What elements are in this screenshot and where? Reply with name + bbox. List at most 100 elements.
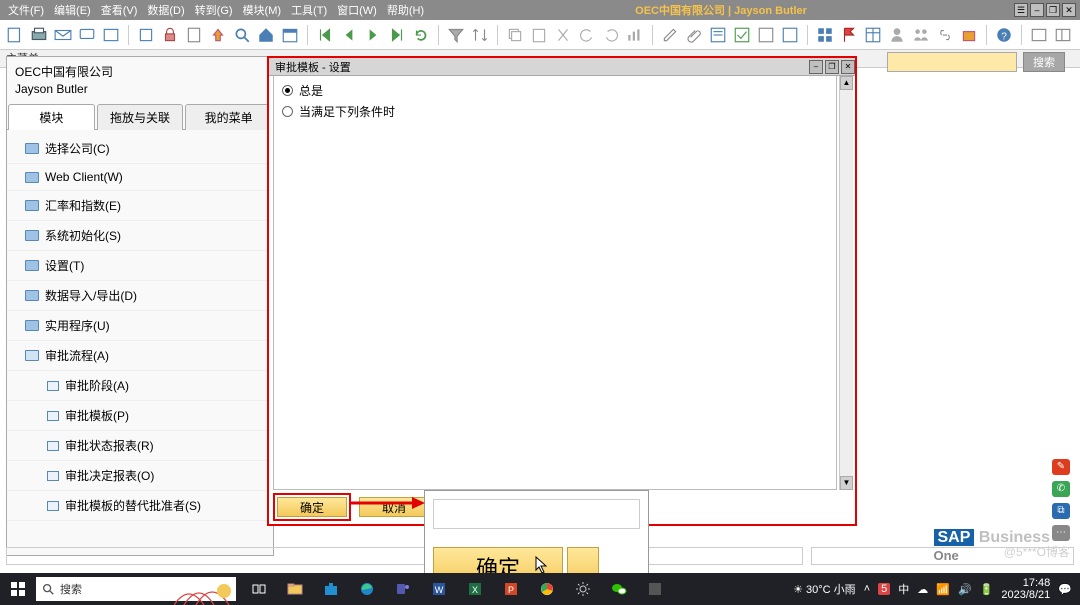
refresh-icon[interactable] [412, 26, 430, 44]
tree-system-init[interactable]: 系统初始化(S) [7, 221, 273, 251]
menu-view[interactable]: 查看(V) [97, 2, 142, 18]
table-icon[interactable] [864, 26, 882, 44]
calendar-icon[interactable] [281, 26, 299, 44]
tree-select-company[interactable]: 选择公司(C) [7, 134, 273, 164]
scroll-track[interactable] [840, 90, 853, 476]
explorer-icon[interactable] [278, 573, 312, 605]
export-icon[interactable] [137, 26, 155, 44]
filter-icon[interactable] [447, 26, 465, 44]
edit-icon[interactable] [661, 26, 679, 44]
maximize-icon[interactable]: ❐ [825, 60, 839, 74]
search-button[interactable]: 搜索 [1023, 52, 1065, 72]
battery-icon[interactable]: 🔋 [980, 583, 994, 596]
powerpoint-icon[interactable]: P [494, 573, 528, 605]
last-icon[interactable] [388, 26, 406, 44]
menu-module[interactable]: 模块(M) [239, 2, 286, 18]
scroll-up-icon[interactable]: ▲ [840, 76, 853, 90]
tree-approval-stages[interactable]: 审批阶段(A) [7, 371, 273, 401]
ok-button[interactable]: 确定 [277, 497, 347, 517]
mail-icon[interactable] [54, 26, 72, 44]
fax-icon[interactable] [102, 26, 120, 44]
store-icon[interactable] [314, 573, 348, 605]
help-icon[interactable]: ? [995, 26, 1013, 44]
dialog-scrollbar[interactable]: ▲ ▼ [839, 76, 853, 490]
sms-icon[interactable] [78, 26, 96, 44]
up-icon[interactable] [209, 26, 227, 44]
report-icon[interactable] [781, 26, 799, 44]
notification-center-icon[interactable]: 💬 [1058, 583, 1072, 596]
task-view-icon[interactable] [242, 573, 276, 605]
dialog-titlebar[interactable]: 审批模板 - 设置 ‒ ❐ ✕ [269, 58, 855, 76]
tree-web-client[interactable]: Web Client(W) [7, 164, 273, 191]
maximize-icon[interactable]: ❐ [1046, 3, 1060, 17]
cut-icon[interactable] [554, 26, 572, 44]
reject-icon[interactable] [757, 26, 775, 44]
menu-tools[interactable]: 工具(T) [287, 2, 331, 18]
wechat-icon[interactable] [602, 573, 636, 605]
ime-indicator[interactable]: 中 [898, 581, 909, 597]
lock-icon[interactable] [161, 26, 179, 44]
menu-help[interactable]: 帮助(H) [383, 2, 428, 18]
menu-file[interactable]: 文件(F) [4, 2, 48, 18]
undo-icon[interactable] [578, 26, 596, 44]
minimize-icon[interactable]: ‒ [1030, 3, 1044, 17]
menu-edit[interactable]: 编辑(E) [50, 2, 95, 18]
prev-icon[interactable] [340, 26, 358, 44]
shortcut-icon[interactable]: ✎ [1052, 459, 1070, 475]
search-input[interactable] [887, 52, 1017, 72]
menu-goto[interactable]: 转到(G) [191, 2, 237, 18]
wifi-icon[interactable]: 📶 [936, 583, 950, 596]
shortcut-icon[interactable]: ⋯ [1052, 525, 1070, 541]
excel-icon[interactable]: X [458, 573, 492, 605]
teams-icon[interactable] [386, 573, 420, 605]
tree-utilities[interactable]: 实用程序(U) [7, 311, 273, 341]
copy-icon[interactable] [506, 26, 524, 44]
tree-approval-decision-report[interactable]: 审批决定报表(O) [7, 461, 273, 491]
chart-icon[interactable] [626, 26, 644, 44]
scroll-down-icon[interactable]: ▼ [840, 476, 853, 490]
app-icon[interactable] [638, 573, 672, 605]
tab-my-menu[interactable]: 我的菜单 [185, 104, 272, 130]
sort-icon[interactable] [471, 26, 489, 44]
attach-icon[interactable] [685, 26, 703, 44]
user-icon[interactable] [888, 26, 906, 44]
flag-icon[interactable] [840, 26, 858, 44]
tree-approval-templates[interactable]: 审批模板(P) [7, 401, 273, 431]
tray-cloud-icon[interactable]: ☁ [917, 583, 928, 596]
radio-always-row[interactable]: 总是 [282, 80, 828, 101]
radio-icon[interactable] [282, 106, 293, 117]
tree-substitute-approvers[interactable]: 审批模板的替代批准者(S) [7, 491, 273, 521]
home-icon[interactable] [257, 26, 275, 44]
settings-icon[interactable] [566, 573, 600, 605]
edge-icon[interactable] [350, 573, 384, 605]
approve-icon[interactable] [733, 26, 751, 44]
search-icon[interactable] [233, 26, 251, 44]
tree-approval-process[interactable]: 审批流程(A) [7, 341, 273, 371]
tree-approval-status-report[interactable]: 审批状态报表(R) [7, 431, 273, 461]
menu-window[interactable]: 窗口(W) [333, 2, 381, 18]
tree-settings[interactable]: 设置(T) [7, 251, 273, 281]
tree-exchange-rates[interactable]: 汇率和指数(E) [7, 191, 273, 221]
paste-icon[interactable] [530, 26, 548, 44]
minimize-icon[interactable]: ‒ [809, 60, 823, 74]
box-icon[interactable] [960, 26, 978, 44]
window-icon[interactable] [1030, 26, 1048, 44]
link-icon[interactable] [936, 26, 954, 44]
tray-icon[interactable]: ☰ [1014, 3, 1028, 17]
tab-modules[interactable]: 模块 [8, 104, 95, 130]
weather-widget[interactable]: ☀ 30°C 小雨 [793, 581, 856, 597]
doc-icon[interactable] [185, 26, 203, 44]
menu-data[interactable]: 数据(D) [143, 2, 188, 18]
radio-icon[interactable] [282, 85, 293, 96]
taskbar-search[interactable]: 搜索 [36, 577, 236, 601]
radio-condition-row[interactable]: 当满足下列条件时 [282, 101, 828, 122]
grid-icon[interactable] [816, 26, 834, 44]
tray-chevron-icon[interactable]: ˄ [864, 583, 870, 595]
next-icon[interactable] [364, 26, 382, 44]
tree-data-io[interactable]: 数据导入/导出(D) [7, 281, 273, 311]
users-icon[interactable] [912, 26, 930, 44]
close-icon[interactable]: ✕ [1062, 3, 1076, 17]
chrome-icon[interactable] [530, 573, 564, 605]
new-icon[interactable] [6, 26, 24, 44]
redo-icon[interactable] [602, 26, 620, 44]
